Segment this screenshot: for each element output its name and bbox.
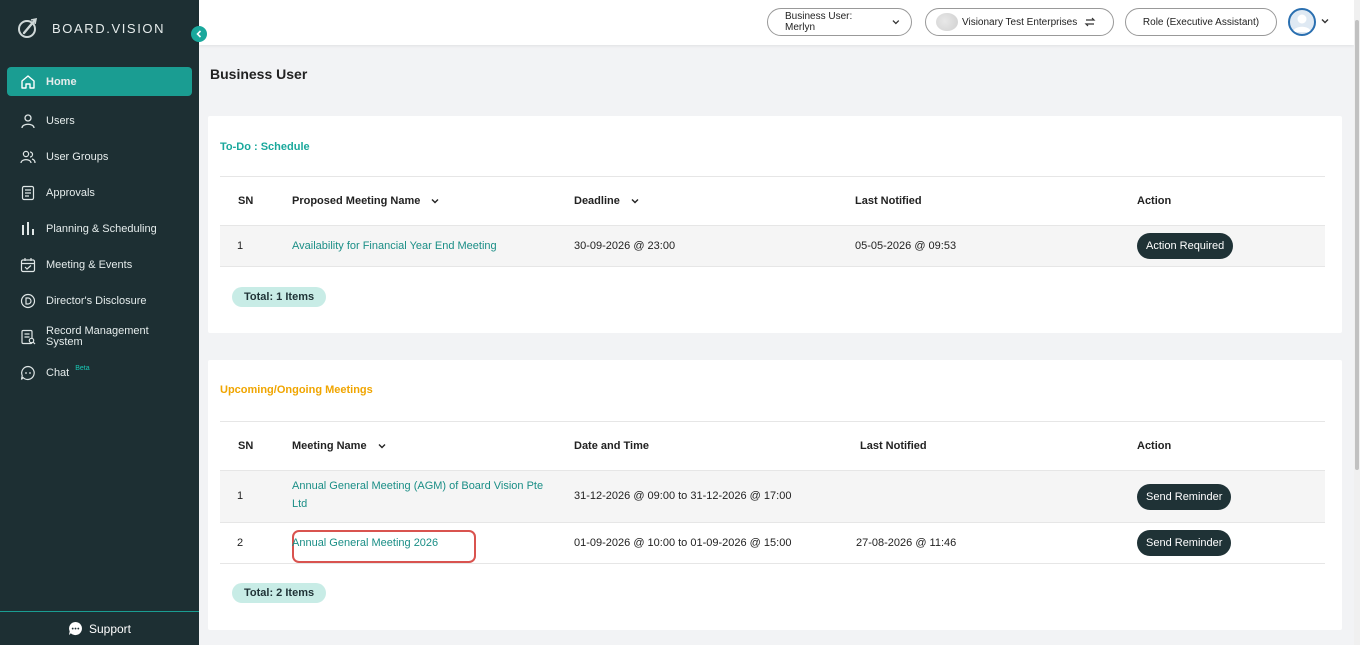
column-header-label: Proposed Meeting Name — [292, 195, 421, 207]
sidebar-item-chat[interactable]: Chat Beta — [0, 355, 199, 391]
collapse-sidebar-button[interactable] — [191, 26, 207, 42]
table-row: 1 Annual General Meeting (AGM) of Board … — [220, 470, 1325, 522]
column-header-label: Meeting Name — [292, 440, 367, 452]
column-header-deadline[interactable]: Deadline — [574, 195, 640, 207]
sidebar-item-home[interactable]: Home — [7, 67, 192, 96]
document-icon — [20, 185, 36, 201]
row-sn: 1 — [237, 490, 244, 502]
scrollbar-thumb[interactable] — [1355, 20, 1359, 470]
bar-chart-icon — [20, 221, 36, 237]
sidebar-item-label: Chat — [46, 367, 70, 379]
chat-icon — [20, 365, 36, 381]
beta-badge: Beta — [75, 364, 90, 372]
brand-name: BOARD.VISION — [52, 20, 166, 36]
todo-total-badge: Total: 1 Items — [232, 287, 327, 307]
table-row: 1 Availability for Financial Year End Me… — [220, 225, 1325, 267]
user-icon — [20, 113, 36, 129]
row-last-notified: 05-05-2026 @ 09:53 — [855, 240, 957, 252]
chevron-down-icon — [892, 20, 900, 25]
column-header-sn: SN — [238, 195, 254, 207]
calendar-check-icon — [20, 257, 36, 273]
sidebar-item-label: Meeting & Events — [46, 259, 133, 271]
support-button[interactable]: Support — [0, 611, 199, 645]
record-icon — [20, 329, 36, 345]
row-date-time: 31-12-2026 @ 09:00 to 31-12-2026 @ 17:00 — [574, 490, 792, 502]
todo-card-title: To-Do : Schedule — [220, 141, 310, 153]
company-name: Visionary Test Enterprises — [962, 16, 1078, 28]
sidebar-item-label: Approvals — [46, 187, 95, 199]
column-header-action: Action — [1137, 440, 1172, 452]
meeting-name-link[interactable]: Annual General Meeting (AGM) of Board Vi… — [292, 477, 554, 513]
chevron-left-icon — [196, 30, 202, 38]
meetings-card-title: Upcoming/Ongoing Meetings — [220, 384, 373, 396]
sort-chevron-icon — [631, 199, 639, 204]
sidebar-item-approvals[interactable]: Approvals — [0, 175, 199, 211]
sidebar-item-record-management[interactable]: Record Management System — [0, 319, 199, 355]
sidebar-item-directors-disclosure[interactable]: Director's Disclosure — [0, 283, 199, 319]
sidebar-item-user-groups[interactable]: User Groups — [0, 139, 199, 175]
sort-chevron-icon — [378, 444, 386, 449]
column-header-meeting-name[interactable]: Meeting Name — [292, 440, 387, 452]
page-title: Business User — [210, 66, 308, 82]
users-icon — [20, 149, 36, 165]
sort-chevron-icon — [431, 199, 439, 204]
meetings-total-badge: Total: 2 Items — [232, 583, 327, 603]
sidebar-item-label: Home — [46, 75, 77, 88]
support-chat-icon — [68, 621, 83, 636]
profile-chevron-down-icon[interactable] — [1320, 16, 1330, 26]
row-sn: 1 — [237, 240, 244, 252]
send-reminder-button[interactable]: Send Reminder — [1137, 484, 1232, 510]
role-label: Role (Executive Assistant) — [1142, 16, 1260, 28]
row-last-notified: 27-08-2026 @ 11:46 — [856, 537, 957, 549]
d-circle-icon — [20, 293, 36, 309]
sidebar-item-label: Users — [46, 115, 75, 127]
sidebar-item-meetings[interactable]: Meeting & Events — [0, 247, 199, 283]
sidebar-item-label: Planning & Scheduling — [46, 223, 157, 235]
sidebar-item-users[interactable]: Users — [0, 103, 199, 139]
row-deadline: 30-09-2026 @ 23:00 — [574, 240, 676, 252]
meetings-table: SN Meeting Name Date and Time Last Notif… — [220, 421, 1325, 564]
column-header-label: Deadline — [574, 195, 620, 207]
table-header: SN Meeting Name Date and Time Last Notif… — [220, 421, 1325, 470]
meeting-name-link[interactable]: Availability for Financial Year End Meet… — [292, 237, 497, 255]
role-button[interactable]: Role (Executive Assistant) — [1125, 8, 1277, 36]
home-icon — [20, 74, 36, 90]
sidebar-nav: Home Users User Groups Approvals Plannin… — [0, 67, 199, 391]
column-header-sn: SN — [238, 440, 254, 452]
support-label: Support — [88, 621, 132, 636]
avatar[interactable] — [1288, 8, 1316, 36]
business-user-selector[interactable]: Business User: Merlyn — [767, 8, 912, 36]
column-header-last-notified: Last Notified — [855, 195, 922, 207]
sidebar: BOARD.VISION Home Users User Groups Appr… — [0, 0, 199, 645]
column-header-last-notified: Last Notified — [860, 440, 927, 452]
business-user-label: Business User: Merlyn — [785, 11, 853, 33]
company-logo — [936, 13, 958, 31]
todo-table: SN Proposed Meeting Name Deadline Last N… — [220, 176, 1325, 267]
column-header-meeting-name[interactable]: Proposed Meeting Name — [292, 195, 440, 207]
column-header-action: Action — [1137, 195, 1172, 207]
sidebar-item-label: Director's Disclosure — [46, 295, 147, 307]
top-bar: Business User: Merlyn Visionary Test Ent… — [199, 0, 1354, 45]
meeting-name-link[interactable]: Annual General Meeting 2026 — [292, 534, 438, 552]
send-reminder-button[interactable]: Send Reminder — [1137, 530, 1232, 556]
table-row: 2 Annual General Meeting 2026 01-09-2026… — [220, 522, 1325, 564]
sidebar-item-label: User Groups — [46, 151, 109, 163]
upcoming-meetings-card: Upcoming/Ongoing Meetings SN Meeting Nam… — [208, 360, 1342, 630]
board-vision-logo-icon — [18, 17, 38, 38]
switch-icon — [1084, 17, 1096, 27]
row-sn: 2 — [237, 537, 244, 549]
avatar-user-icon — [1293, 14, 1311, 32]
column-header-date-time: Date and Time — [574, 440, 649, 452]
row-date-time: 01-09-2026 @ 10:00 to 01-09-2026 @ 15:00 — [574, 537, 792, 549]
table-header: SN Proposed Meeting Name Deadline Last N… — [220, 176, 1325, 225]
action-required-button[interactable]: Action Required — [1137, 233, 1234, 259]
brand-logo[interactable]: BOARD.VISION — [16, 16, 165, 40]
company-switcher[interactable]: Visionary Test Enterprises — [925, 8, 1114, 36]
sidebar-item-label: Record Management System — [46, 325, 149, 348]
todo-schedule-card: To-Do : Schedule SN Proposed Meeting Nam… — [208, 116, 1342, 333]
sidebar-item-planning[interactable]: Planning & Scheduling — [0, 211, 199, 247]
